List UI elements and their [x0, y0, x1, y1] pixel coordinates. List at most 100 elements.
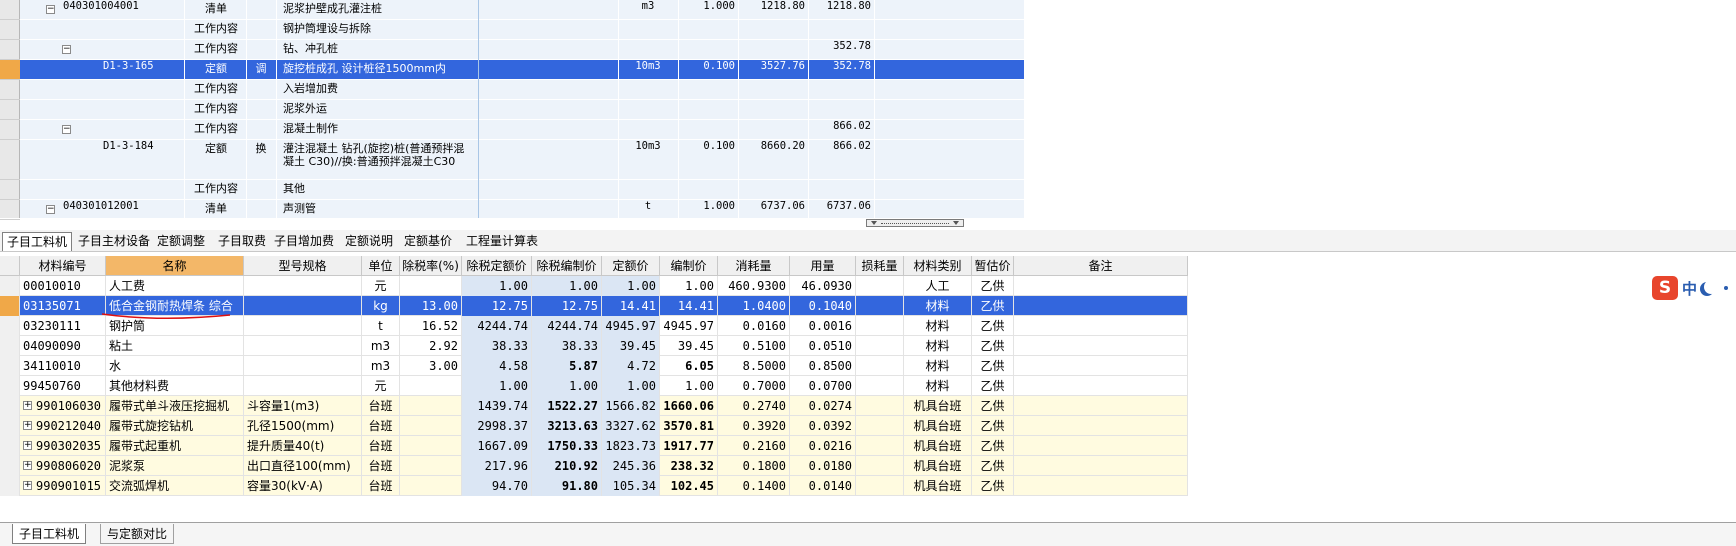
tree-cell-qty[interactable]	[678, 80, 738, 100]
row-header[interactable]	[0, 80, 20, 100]
cell-p2[interactable]: 91.80	[532, 476, 602, 496]
cell-cons[interactable]: 0.2740	[718, 396, 790, 416]
row-header[interactable]	[0, 60, 20, 80]
tree-cell-flag[interactable]	[246, 100, 276, 120]
row-header[interactable]	[0, 416, 20, 436]
cell-note[interactable]	[1014, 356, 1188, 376]
tree-cell-type[interactable]: 清单	[186, 0, 246, 20]
tree-cell-price[interactable]: 6737.06	[738, 200, 808, 220]
tree-cell-code[interactable]: 040301012001	[60, 200, 180, 220]
tree-cell-type[interactable]: 定额	[186, 60, 246, 80]
tree-cell-type[interactable]: 工作内容	[186, 40, 246, 60]
column-header-spec[interactable]: 型号规格	[244, 256, 362, 276]
tree-cell-unit[interactable]	[618, 180, 678, 200]
cell-p2[interactable]: 38.33	[532, 336, 602, 356]
expand-icon[interactable]: +	[23, 481, 32, 490]
column-header-unit[interactable]: 单位	[362, 256, 400, 276]
tree-cell-qty[interactable]: 0.100	[678, 60, 738, 80]
cell-note[interactable]	[1014, 456, 1188, 476]
tab-2[interactable]: 定额调整	[153, 232, 209, 251]
tree-row[interactable]: D1-3-165 定额调旋挖桩成孔 设计桩径1500mm内 10m3 0.100 352…	[0, 60, 1024, 80]
tree-collapse-icon[interactable]: −	[46, 5, 55, 14]
splitter-handle[interactable]	[866, 219, 964, 227]
cell-p2[interactable]: 210.92	[532, 456, 602, 476]
column-header-p1[interactable]: 除税定额价	[462, 256, 532, 276]
cell-loss[interactable]	[856, 416, 904, 436]
tree-collapse-icon[interactable]: −	[62, 125, 71, 134]
cell-loss[interactable]	[856, 476, 904, 496]
table-row[interactable]: 990302035 履带式起重机 提升质量40(t) 台班 1667.09 1750.33…	[0, 436, 1188, 456]
tree-cell-total[interactable]	[808, 80, 874, 100]
cell-cons[interactable]: 0.2160	[718, 436, 790, 456]
tree-cell-price[interactable]	[738, 180, 808, 200]
cell-p2[interactable]: 1.00	[532, 276, 602, 296]
tab-3[interactable]: 子目取费	[214, 232, 270, 251]
tree-cell-price[interactable]: 1218.80	[738, 0, 808, 20]
tree-cell-total[interactable]: 352.78	[808, 40, 874, 60]
tree-row[interactable]: 工作内容 钢护筒埋设与拆除	[0, 20, 1024, 40]
tree-cell-name[interactable]: 其他	[280, 180, 478, 200]
tree-cell-flag[interactable]	[246, 0, 276, 20]
column-header-cat[interactable]: 材料类别	[904, 256, 972, 276]
tree-cell-total[interactable]	[808, 180, 874, 200]
row-header[interactable]	[0, 120, 20, 140]
column-header-use[interactable]: 用量	[790, 256, 856, 276]
row-header[interactable]	[0, 0, 20, 20]
tree-cell-flag[interactable]	[246, 80, 276, 100]
cell-loss[interactable]	[856, 356, 904, 376]
table-row[interactable]: 990212040 履带式旋挖钻机 孔径1500(mm) 台班 2998.37 3213.…	[0, 416, 1188, 436]
cell-note[interactable]	[1014, 416, 1188, 436]
tree-cell-qty[interactable]: 1.000	[678, 200, 738, 220]
cell-note[interactable]	[1014, 336, 1188, 356]
column-header-p2[interactable]: 除税编制价	[532, 256, 602, 276]
row-header[interactable]	[0, 200, 20, 220]
tree-cell-unit[interactable]	[618, 20, 678, 40]
tree-cell-name[interactable]: 声测管	[280, 200, 478, 220]
tree-cell-total[interactable]: 6737.06	[808, 200, 874, 220]
tree-cell-total[interactable]: 866.02	[808, 140, 874, 160]
tree-cell-price[interactable]	[738, 120, 808, 140]
tree-cell-type[interactable]: 工作内容	[186, 20, 246, 40]
tree-cell-type[interactable]: 定额	[186, 140, 246, 160]
cell-note[interactable]	[1014, 376, 1188, 396]
expand-icon[interactable]: +	[23, 441, 32, 450]
tree-cell-qty[interactable]	[678, 20, 738, 40]
tree-cell-code[interactable]	[76, 40, 196, 60]
expand-icon[interactable]: +	[23, 401, 32, 410]
cell-p2[interactable]: 3213.63	[532, 416, 602, 436]
cell-p2[interactable]: 5.87	[532, 356, 602, 376]
row-header[interactable]	[0, 40, 20, 60]
tree-cell-code[interactable]	[76, 100, 196, 120]
tree-cell-total[interactable]: 352.78	[808, 60, 874, 80]
tree-row[interactable]: − 工作内容 钻、冲孔桩 352.78	[0, 40, 1024, 60]
tree-cell-price[interactable]	[738, 80, 808, 100]
cell-p2[interactable]: 4244.74	[532, 316, 602, 336]
tree-cell-flag[interactable]	[246, 120, 276, 140]
table-row[interactable]: 990106030 履带式单斗液压挖掘机 斗容量1(m3) 台班 1439.74 1522…	[0, 396, 1188, 416]
tree-cell-name[interactable]: 钻、冲孔桩	[280, 40, 478, 60]
tree-cell-total[interactable]	[808, 100, 874, 120]
column-header-est[interactable]: 暂估价	[972, 256, 1014, 276]
cell-loss[interactable]	[856, 316, 904, 336]
cell-p2[interactable]: 1750.33	[532, 436, 602, 456]
row-header[interactable]	[0, 296, 20, 316]
cell-cons[interactable]: 1.0400	[718, 296, 790, 316]
row-header[interactable]	[0, 396, 20, 416]
column-header-p3[interactable]: 定额价	[602, 256, 660, 276]
tab-1[interactable]: 子目主材设备	[74, 232, 154, 251]
tab-7[interactable]: 工程量计算表	[462, 232, 542, 251]
cell-cons[interactable]: 0.1800	[718, 456, 790, 476]
column-header-name[interactable]: 名称	[106, 256, 244, 276]
tree-cell-unit[interactable]	[618, 80, 678, 100]
row-header[interactable]	[0, 100, 20, 120]
row-header[interactable]	[0, 180, 20, 200]
tree-cell-flag[interactable]: 换	[246, 140, 276, 160]
cell-note[interactable]	[1014, 316, 1188, 336]
tree-cell-unit[interactable]	[618, 120, 678, 140]
tree-cell-price[interactable]: 3527.76	[738, 60, 808, 80]
cell-cons[interactable]: 0.7000	[718, 376, 790, 396]
tree-cell-flag[interactable]	[246, 200, 276, 220]
tree-cell-code[interactable]	[76, 120, 196, 140]
table-row[interactable]: 990901015 交流弧焊机 容量30(kV·A) 台班 94.70 91.80 105.…	[0, 476, 1188, 496]
tree-cell-type[interactable]: 工作内容	[186, 180, 246, 200]
